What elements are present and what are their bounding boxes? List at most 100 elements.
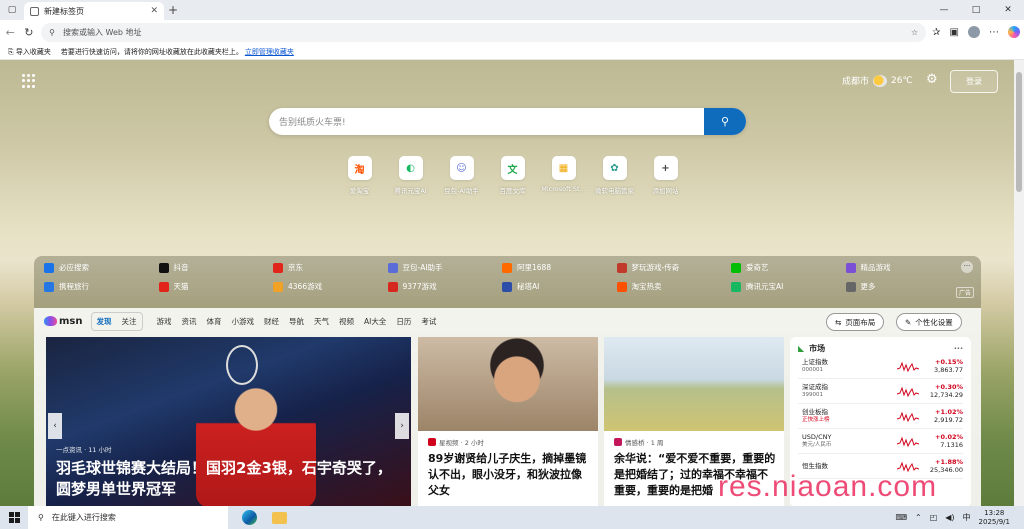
site-logo-icon: [158, 281, 169, 292]
feed-tab[interactable]: AI大全: [359, 313, 391, 330]
quick-link[interactable]: 淘爱淘宝: [334, 156, 385, 195]
tab-new-tab[interactable]: 新建标签页 ✕: [24, 2, 164, 20]
market-title[interactable]: 市场: [809, 343, 825, 354]
feed-tab[interactable]: 游戏: [152, 313, 177, 330]
address-bar[interactable]: ⚲ 搜索或输入 Web 地址 ☆: [41, 22, 927, 42]
site-link[interactable]: 京东: [273, 262, 388, 273]
tab-favicon-icon: [30, 6, 39, 16]
market-row[interactable]: USD/CNY 美元/人民币 +0.02% 7.1316: [798, 429, 963, 454]
tab-actions-icon[interactable]: ▢: [0, 0, 24, 20]
quick-link[interactable]: ✿ 微软电脑管家: [589, 156, 640, 195]
maximize-button[interactable]: □: [960, 5, 992, 15]
quick-link[interactable]: ◐ 腾讯元宝AI: [385, 156, 436, 195]
scrollbar[interactable]: [1014, 60, 1024, 506]
volume-icon[interactable]: ◀): [945, 513, 954, 522]
market-row[interactable]: 创业板指 正快涨上榜 +1.02% 2,919.72: [798, 404, 963, 429]
feed-tab[interactable]: 财经: [259, 313, 284, 330]
taskbar-edge[interactable]: [234, 506, 264, 529]
scrollbar-thumb[interactable]: [1016, 72, 1022, 192]
site-link[interactable]: 必应搜索: [44, 262, 159, 273]
site-link[interactable]: 阿里1688: [502, 262, 617, 273]
feed-tab[interactable]: 考试: [416, 313, 441, 330]
carousel-next-button[interactable]: ›: [395, 413, 409, 439]
profile-avatar[interactable]: [968, 26, 980, 38]
card-title[interactable]: 羽毛球世锦赛大结局！国羽2金3银，石宇奇哭了，圆梦男单世界冠军: [56, 458, 401, 500]
quick-link[interactable]: ☺ 豆包-AI助手: [436, 156, 487, 195]
close-window-button[interactable]: ✕: [992, 5, 1024, 15]
carousel-prev-button[interactable]: ‹: [48, 413, 62, 439]
taskbar-explorer[interactable]: [264, 506, 294, 529]
site-link[interactable]: 天猫: [158, 281, 274, 292]
market-row[interactable]: 深证成指 399001 +0.30% 12,734.29: [798, 379, 963, 404]
yuanbao-icon: ◐: [398, 156, 423, 180]
collections-icon[interactable]: ▣: [950, 27, 959, 38]
copilot-icon[interactable]: [1008, 26, 1020, 38]
search-button[interactable]: ⚲: [704, 108, 746, 135]
start-button[interactable]: [0, 506, 28, 529]
tab-discover[interactable]: 发现: [92, 313, 117, 330]
ime-indicator[interactable]: 中: [963, 512, 971, 523]
favorite-star-icon[interactable]: ☆: [911, 28, 918, 37]
clock[interactable]: 13:28 2025/9/1: [979, 509, 1010, 527]
quick-link[interactable]: 文百度文库: [487, 156, 538, 195]
site-link[interactable]: 秘塔AI: [502, 281, 617, 292]
site-link-label: 秘塔AI: [517, 282, 540, 291]
more-menu-icon[interactable]: ⋯: [989, 27, 999, 38]
import-favorites-button[interactable]: ⎘ 导入收藏夹: [8, 47, 51, 57]
site-links-more-icon[interactable]: ···: [961, 261, 973, 273]
msn-logo[interactable]: msn: [44, 316, 83, 327]
market-more-icon[interactable]: ···: [954, 344, 963, 353]
feed-tab[interactable]: 天气: [309, 313, 334, 330]
close-tab-icon[interactable]: ✕: [150, 6, 158, 16]
refresh-icon[interactable]: ↻: [23, 26, 36, 39]
site-link[interactable]: 抖音: [158, 262, 274, 273]
personalize-button[interactable]: ✎ 个性化设置: [896, 313, 962, 331]
site-link-label: 腾讯元宝AI: [746, 282, 784, 291]
site-link[interactable]: 携程旅行: [44, 281, 159, 292]
layout-icon: ⇆: [835, 317, 842, 327]
news-card-2[interactable]: 星视频 · 2 小时 89岁谢贤给儿子庆生，摘掉墨镜认不出，眼小没牙，和狄波拉像…: [418, 337, 598, 506]
site-link[interactable]: 豆包-AI助手: [387, 262, 503, 273]
site-link[interactable]: 梦玩游戏-传奇: [616, 262, 732, 273]
login-button[interactable]: 登录: [950, 70, 998, 93]
favorites-icon[interactable]: ✰: [932, 27, 940, 38]
site-link[interactable]: 淘宝热卖: [616, 281, 732, 292]
wenku-icon: 文: [500, 156, 525, 180]
news-card-featured[interactable]: ‹ › 一点资讯 · 11 小时 羽毛球世锦赛大结局！国羽2金3银，石宇奇哭了，…: [46, 337, 411, 506]
network-icon[interactable]: ◰: [930, 513, 938, 522]
app-launcher-icon[interactable]: [22, 74, 36, 88]
site-link[interactable]: 爱奇艺: [731, 262, 846, 273]
site-link[interactable]: 更多: [845, 281, 961, 292]
quick-link-label: 微软电脑管家: [595, 187, 634, 195]
manage-favorites-link[interactable]: 立即管理收藏夹: [245, 47, 294, 57]
feed-tab[interactable]: 资讯: [177, 313, 202, 330]
back-icon[interactable]: ←: [4, 26, 17, 39]
market-value: 7.1316: [940, 441, 963, 449]
taskbar-search[interactable]: ⚲ 在此键入进行搜索: [28, 506, 228, 529]
keyboard-icon[interactable]: ⌨: [895, 513, 907, 522]
quick-link-label: Microsoft St...: [541, 185, 586, 193]
tab-follow[interactable]: 关注: [117, 313, 142, 330]
card-title[interactable]: 89岁谢贤给儿子庆生，摘掉墨镜认不出，眼小没牙，和狄波拉像父女: [428, 451, 590, 499]
page-layout-button[interactable]: ⇆ 页面布局: [826, 313, 885, 331]
market-row[interactable]: 上证指数 000001 +0.15% 3,863.77: [798, 354, 963, 379]
feed-tab[interactable]: 导航: [284, 313, 309, 330]
quick-link-label: 爱淘宝: [349, 187, 370, 195]
feed-tab[interactable]: 体育: [202, 313, 227, 330]
site-link[interactable]: 精品游戏: [845, 262, 961, 273]
quick-link[interactable]: + 添加网站: [640, 156, 691, 195]
settings-gear-icon[interactable]: ⚙: [926, 72, 938, 87]
site-link[interactable]: 9377游戏: [387, 281, 503, 292]
web-search-box[interactable]: 告别纸质火车票! ⚲: [269, 108, 746, 135]
new-tab-button[interactable]: +: [164, 3, 182, 17]
feed-tab[interactable]: 日历: [391, 313, 416, 330]
feed-tab[interactable]: 视频: [334, 313, 359, 330]
sparkline: [897, 436, 919, 448]
minimize-button[interactable]: —: [928, 5, 960, 15]
site-link[interactable]: 4366游戏: [273, 281, 388, 292]
chevron-up-icon[interactable]: ⌃: [915, 513, 922, 522]
feed-tab[interactable]: 小游戏: [227, 313, 260, 330]
weather-widget[interactable]: 成都市 26℃: [842, 74, 913, 87]
quick-link[interactable]: ▦ Microsoft St...: [538, 156, 589, 195]
site-link[interactable]: 腾讯元宝AI: [731, 281, 846, 292]
